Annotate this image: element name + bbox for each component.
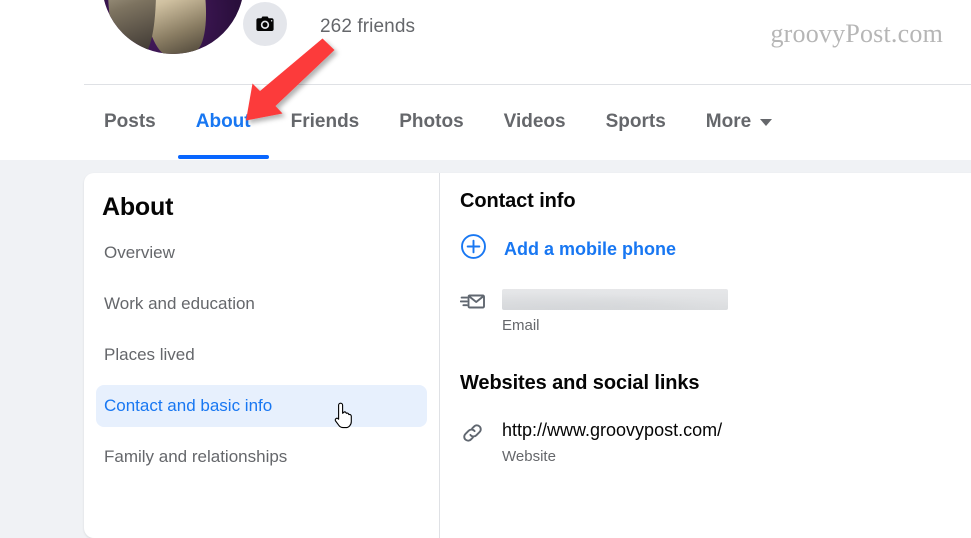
watermark: groovyPost.com	[770, 19, 943, 48]
sidebar-item-label: Overview	[104, 243, 175, 262]
link-icon	[460, 419, 486, 465]
website-url[interactable]: http://www.groovypost.com/	[502, 419, 964, 441]
email-icon	[459, 289, 486, 334]
contact-info-title: Contact info	[460, 190, 576, 212]
about-card: About Overview Work and education Places…	[84, 173, 971, 538]
page-body: About Overview Work and education Places…	[0, 160, 971, 538]
email-sub-label: Email	[502, 317, 540, 334]
camera-icon[interactable]	[243, 2, 287, 46]
tab-label: Sports	[605, 111, 666, 132]
profile-tabbar: Posts About Friends Photos Videos Sports…	[0, 84, 971, 160]
tab-posts[interactable]: Posts	[84, 85, 176, 159]
sidebar-item-label: Places lived	[104, 345, 195, 364]
tab-about[interactable]: About	[176, 85, 271, 159]
website-row: http://www.groovypost.com/ Website	[460, 419, 964, 465]
email-row: Email	[459, 289, 964, 334]
websites-title: Websites and social links	[460, 372, 700, 394]
plus-circle-icon	[460, 233, 487, 265]
sidebar-item-overview[interactable]: Overview	[96, 232, 427, 274]
website-sub-label: Website	[502, 448, 556, 465]
sidebar-item-label: Family and relationships	[104, 447, 288, 466]
tab-sports[interactable]: Sports	[586, 85, 686, 159]
tab-label: Friends	[290, 111, 360, 132]
tab-label: Posts	[104, 111, 156, 132]
facebook-about-page: 262 friends groovyPost.com Posts About F…	[0, 0, 971, 538]
tab-label: Photos	[399, 111, 464, 132]
tab-label: More	[705, 111, 752, 132]
friends-count[interactable]: 262 friends	[320, 16, 415, 38]
tab-more[interactable]: More	[686, 85, 792, 159]
avatar[interactable]	[98, 0, 248, 58]
sidebar-item-contact-and-basic-info[interactable]: Contact and basic info	[96, 385, 427, 430]
tab-photos[interactable]: Photos	[379, 85, 483, 159]
tab-label: Videos	[503, 111, 566, 132]
chevron-down-icon	[760, 118, 773, 126]
sidebar-item-label: Work and education	[104, 294, 255, 313]
add-mobile-phone-button[interactable]: Add a mobile phone	[460, 233, 964, 265]
sidebar-item-family-and-relationships[interactable]: Family and relationships	[96, 436, 427, 478]
about-sidebar: About Overview Work and education Places…	[84, 173, 440, 538]
sidebar-item-label: Contact and basic info	[104, 396, 273, 415]
add-mobile-phone-label: Add a mobile phone	[504, 238, 677, 259]
email-body: Email	[502, 289, 964, 334]
sidebar-item-work-and-education[interactable]: Work and education	[96, 283, 427, 325]
tab-friends[interactable]: Friends	[271, 85, 380, 159]
about-content: Contact info Add a mobile phone Email We…	[440, 173, 971, 538]
website-body: http://www.groovypost.com/ Website	[502, 419, 964, 465]
profile-header-strip: 262 friends groovyPost.com	[0, 0, 971, 84]
email-value-redacted	[502, 289, 728, 310]
tab-videos[interactable]: Videos	[484, 85, 586, 159]
hand-cursor	[334, 402, 356, 430]
tab-list: Posts About Friends Photos Videos Sports…	[84, 85, 792, 160]
tab-label: About	[195, 111, 251, 132]
sidebar-item-places-lived[interactable]: Places lived	[96, 334, 427, 376]
about-heading: About	[102, 193, 174, 221]
